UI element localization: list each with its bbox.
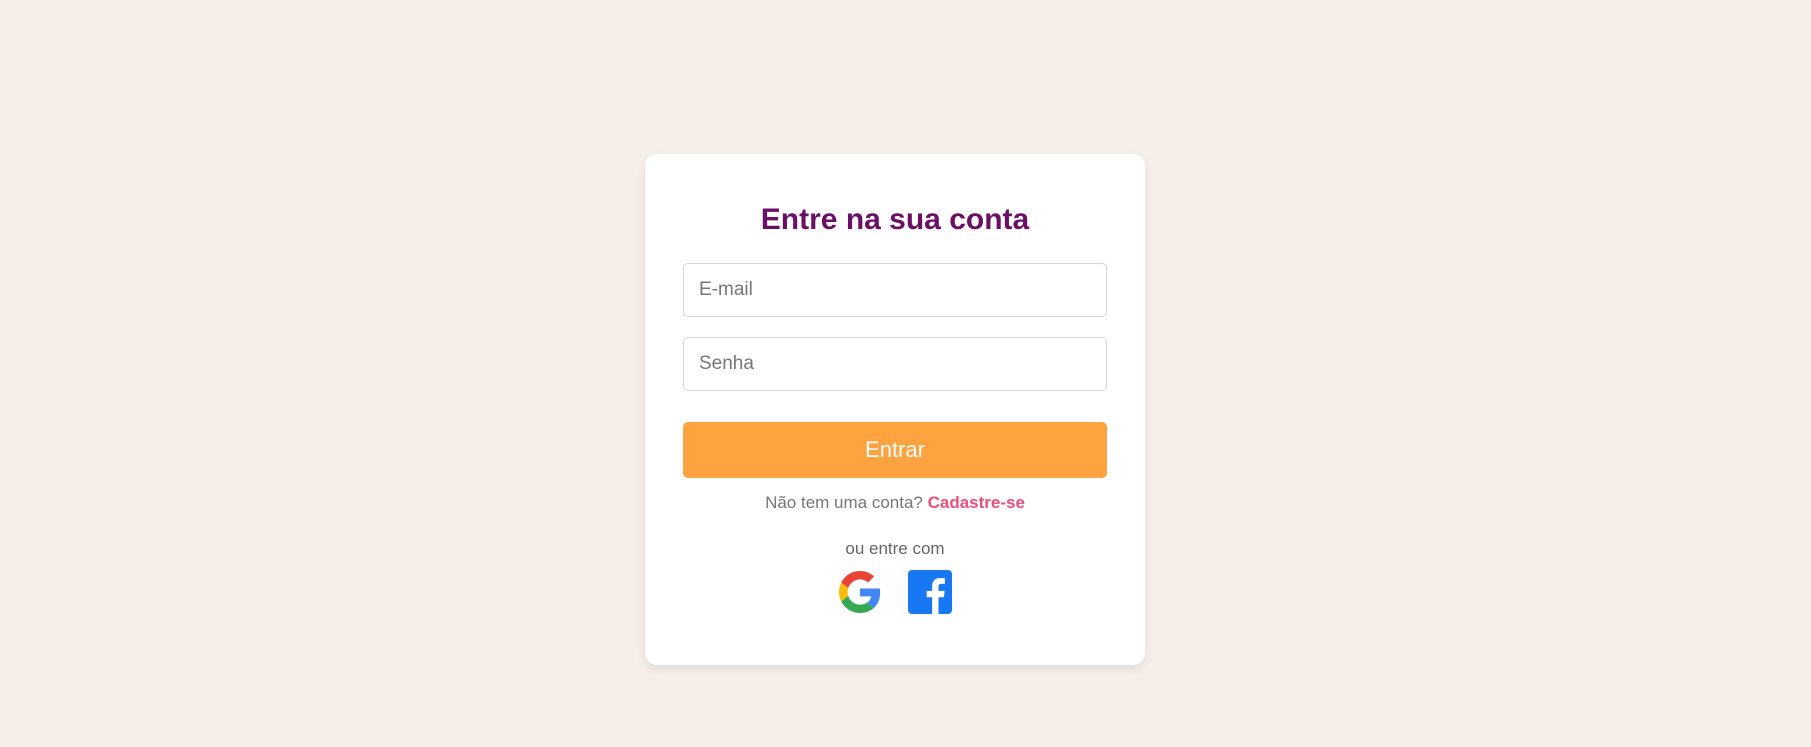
email-input[interactable]	[683, 263, 1107, 317]
signup-link[interactable]: Cadastre-se	[928, 493, 1025, 512]
google-login-button[interactable]	[838, 570, 882, 614]
google-icon	[839, 571, 881, 613]
no-account-text: Não tem uma conta?	[765, 493, 923, 512]
or-divider-text: ou entre com	[845, 539, 945, 558]
password-input[interactable]	[683, 337, 1107, 391]
facebook-icon	[908, 570, 952, 614]
signup-prompt: Não tem uma conta? Cadastre-se	[683, 492, 1107, 514]
page-title: Entre na sua conta	[760, 203, 1030, 236]
social-login-row	[683, 570, 1107, 614]
facebook-login-button[interactable]	[908, 570, 952, 614]
login-button[interactable]: Entrar	[683, 422, 1107, 478]
login-card: Entre na sua conta Entrar Não tem uma co…	[645, 154, 1145, 665]
page: Entre na sua conta Entrar Não tem uma co…	[0, 0, 1811, 747]
